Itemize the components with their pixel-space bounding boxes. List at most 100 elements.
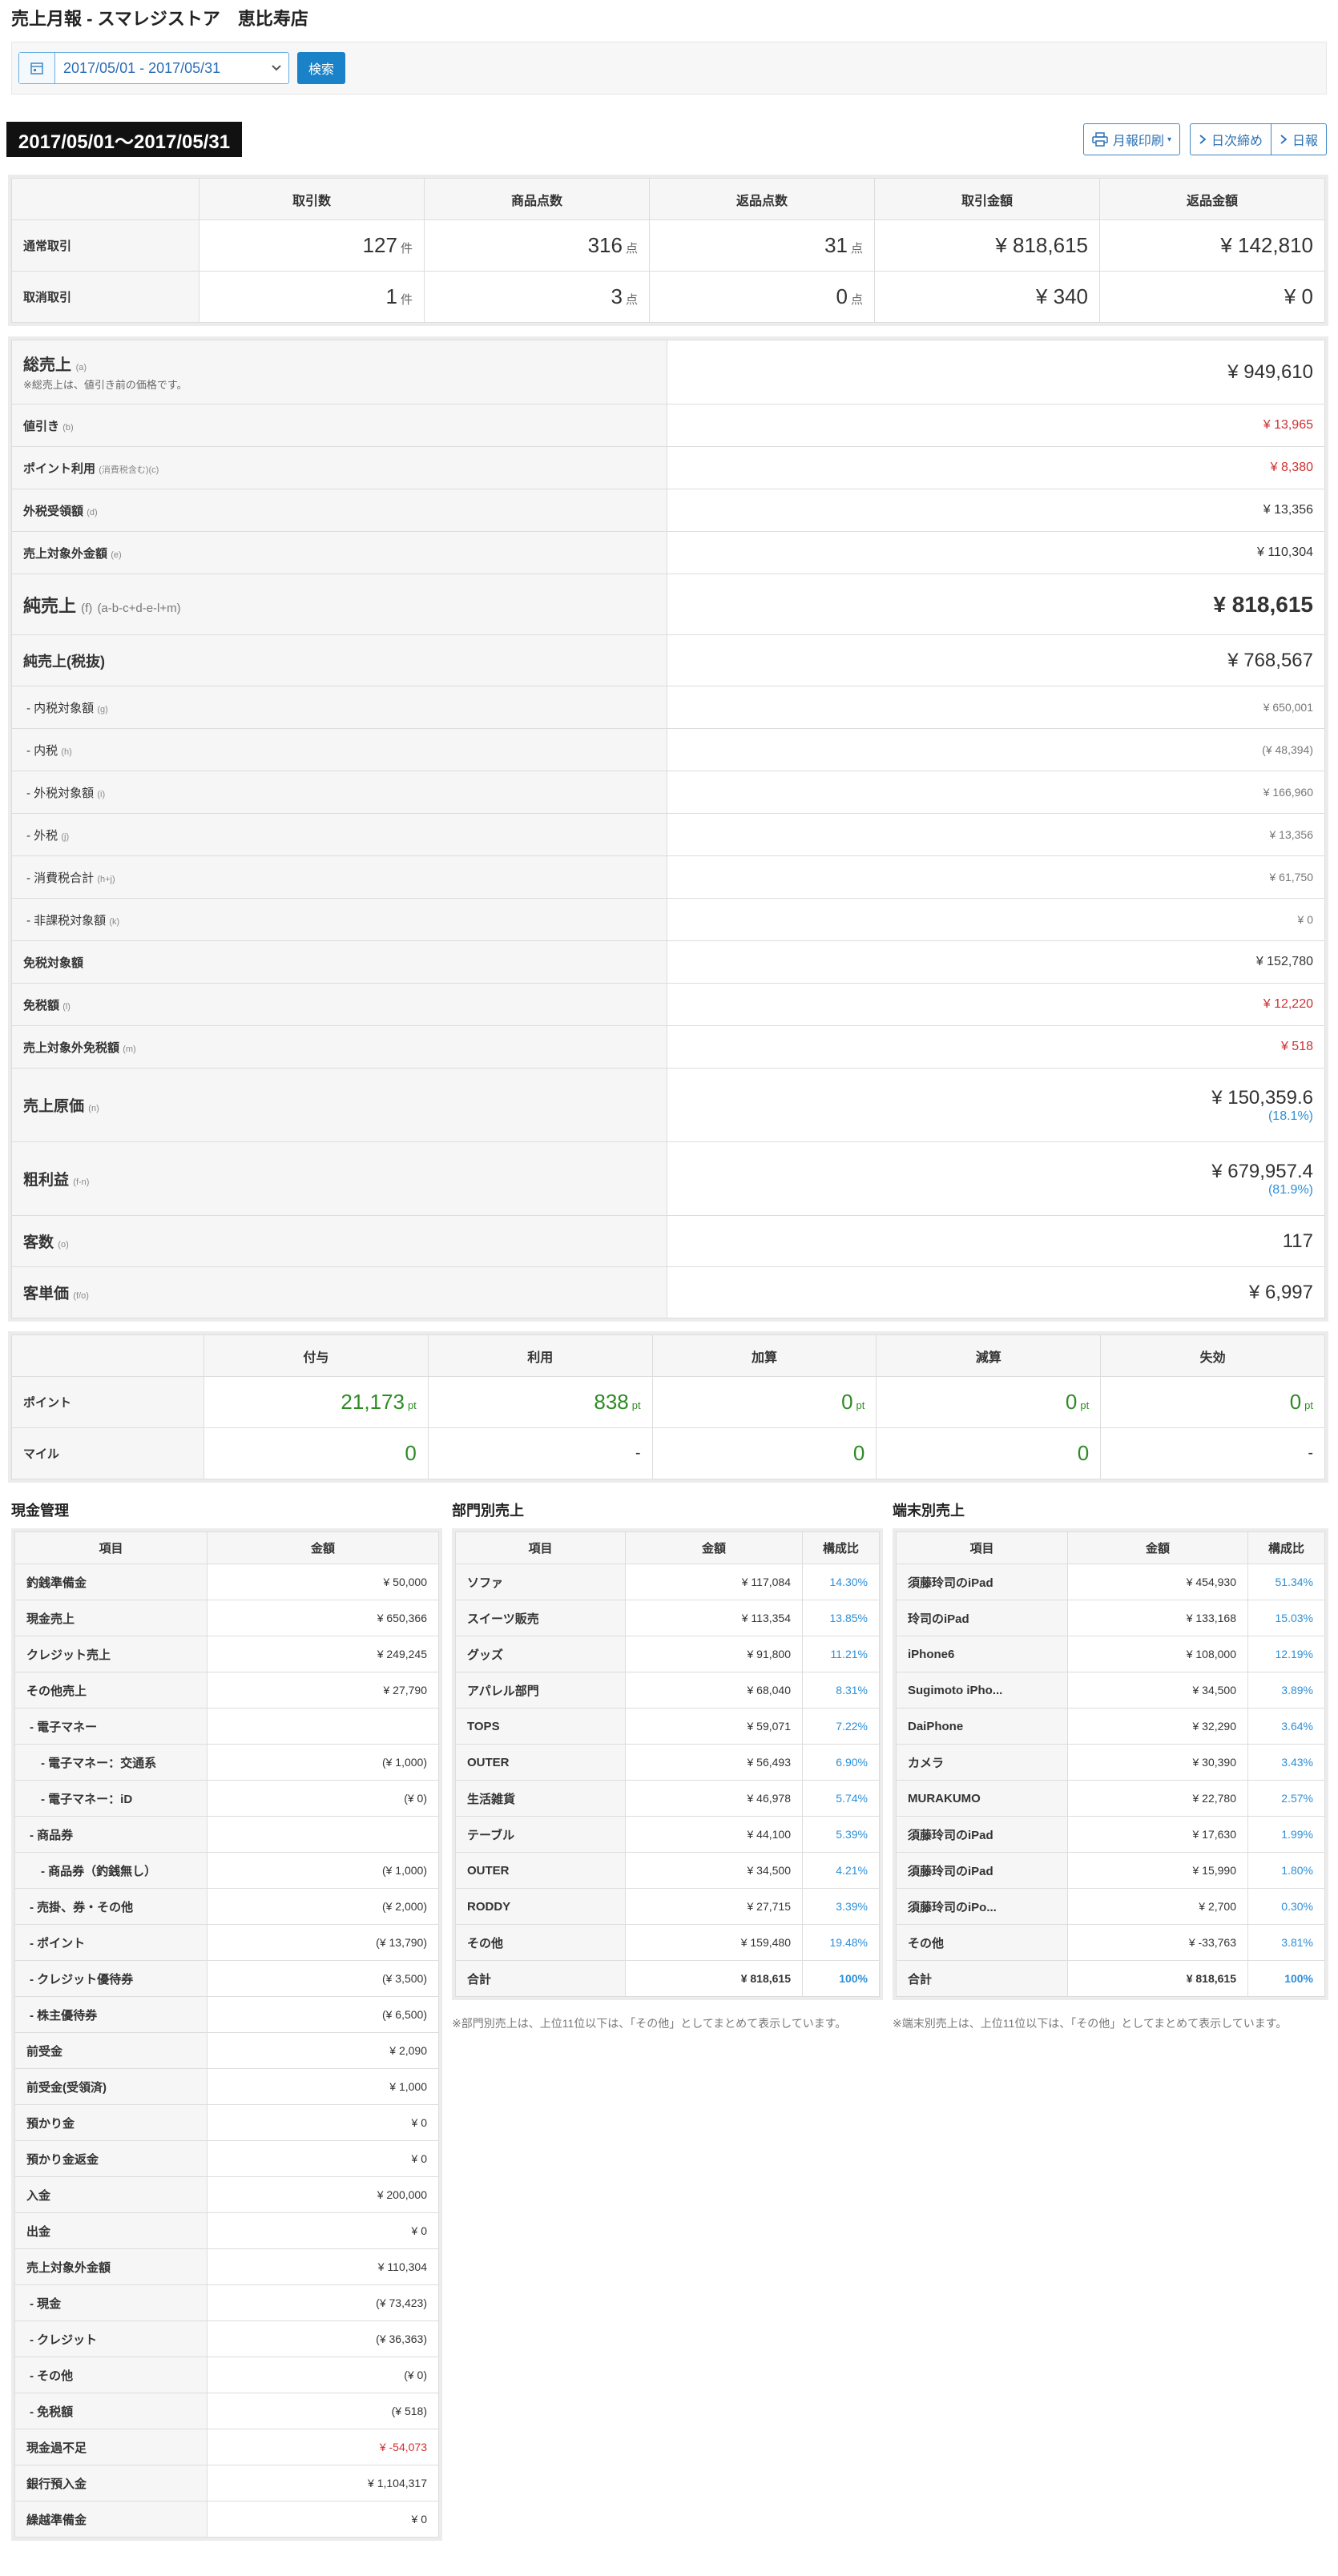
dept-item-ratio: 14.30% xyxy=(802,1564,880,1600)
mile-value: 0 xyxy=(876,1427,1102,1479)
amount-value: ¥ 340 xyxy=(1035,284,1088,308)
incl-tax-label-text: - 内税 xyxy=(26,743,58,758)
terminal-item-label: iPhone6 xyxy=(896,1636,1068,1672)
cash-item-value: (¥ 1,000) xyxy=(207,1852,439,1889)
cash-item-value: ¥ 50,000 xyxy=(207,1564,439,1600)
table-row: - クレジット (¥ 36,363) xyxy=(14,2320,439,2357)
cash-item-value: ¥ 0 xyxy=(207,2212,439,2249)
dept-total-label: 合計 xyxy=(455,1960,626,1997)
cash-item-value: ¥ 0 xyxy=(207,2140,439,2177)
table-row: 純売上(税抜) ¥ 768,567 xyxy=(11,634,1325,686)
dept-item-value: ¥ 44,100 xyxy=(625,1816,803,1853)
avg-label: 客単価 (f/o) xyxy=(11,1266,667,1318)
outer-tax-label-text: 外税受領額 xyxy=(23,504,84,518)
table-row: ソファ ¥ 117,084 14.30% xyxy=(455,1564,880,1600)
dept-item-value: ¥ 46,978 xyxy=(625,1780,803,1817)
header-used: 利用 xyxy=(427,1334,653,1377)
net-code: (f) xyxy=(81,601,93,615)
total-row: 合計 ¥ 818,615 100% xyxy=(896,1960,1325,1997)
cash-item-value: ¥ 27,790 xyxy=(207,1672,439,1709)
table-row: 免税額 (l) ¥ 12,220 xyxy=(11,983,1325,1026)
points-value: ¥ 8,380 xyxy=(667,446,1325,489)
terminal-panel: 項目 金額 構成比 須藤玲司のiPad ¥ 454,930 51.34% 玲司のiPa… xyxy=(893,1528,1328,2000)
non-sales-tax-free-label-text: 売上対象外免税額 xyxy=(23,1040,120,1055)
return-amount-value: ¥ 142,810 xyxy=(1220,233,1313,257)
table-row: 前受金(受領済) ¥ 1,000 xyxy=(14,2068,439,2105)
table-row: 銀行預入金 ¥ 1,104,317 xyxy=(14,2465,439,2502)
date-range-picker[interactable]: 2017/05/01 - 2017/05/31 xyxy=(18,52,289,84)
daily-close-button[interactable]: 日次締め xyxy=(1189,123,1272,155)
table-row: - クレジット優待券 (¥ 3,500) xyxy=(14,1960,439,1997)
transactions-panel: 取引数 商品点数 返品点数 取引金額 返品金額 通常取引 127 件 316 点 3… xyxy=(8,175,1328,326)
avg-code: (f/o) xyxy=(73,1291,89,1301)
point-cell: 0 pt xyxy=(876,1376,1102,1428)
cash-item-value: (¥ 73,423) xyxy=(207,2284,439,2321)
terminal-item-value: ¥ 17,630 xyxy=(1067,1816,1248,1853)
table-row: 値引き (b) ¥ 13,965 xyxy=(11,404,1325,447)
table-row: 預かり金 ¥ 0 xyxy=(14,2104,439,2141)
table-row: - 内税 (h) (¥ 48,394) xyxy=(11,728,1325,771)
customers-value: 117 xyxy=(667,1215,1325,1267)
chevron-down-icon xyxy=(264,64,288,72)
terminal-item-value: ¥ 108,000 xyxy=(1067,1636,1248,1672)
cash-item-value: ¥ 110,304 xyxy=(207,2248,439,2285)
terminal-item-ratio: 3.43% xyxy=(1247,1744,1325,1781)
table-row: 玲司のiPad ¥ 133,168 15.03% xyxy=(896,1600,1325,1636)
cash-item-value: (¥ 518) xyxy=(207,2393,439,2429)
cash-item-value: (¥ 0) xyxy=(207,2357,439,2393)
cash-item-value: (¥ 13,790) xyxy=(207,1924,439,1961)
terminal-item-ratio: 3.81% xyxy=(1247,1924,1325,1961)
dept-item-label: スイーツ販売 xyxy=(455,1600,626,1636)
dept-item-label: 生活雑貨 xyxy=(455,1780,626,1817)
cash-item-label: その他売上 xyxy=(14,1672,208,1709)
dept-item-ratio: 6.90% xyxy=(802,1744,880,1781)
return-amount-cell: ¥ 142,810 xyxy=(1099,219,1325,272)
terminal-item-ratio: 15.03% xyxy=(1247,1600,1325,1636)
dept-item-label: OUTER xyxy=(455,1852,626,1889)
items-value: 316 xyxy=(587,233,623,257)
gross-value: ¥ 949,610 xyxy=(667,340,1325,405)
daily-report-label: 日報 xyxy=(1292,135,1318,148)
cash-item-value: ¥ 249,245 xyxy=(207,1636,439,1672)
header-subtracted: 減算 xyxy=(876,1334,1102,1377)
point-value: 0 xyxy=(841,1390,853,1414)
print-report-label: 月報印刷 xyxy=(1112,135,1164,148)
table-row: - 電子マネー：iD (¥ 0) xyxy=(14,1780,439,1817)
discount-value: ¥ 13,965 xyxy=(667,404,1325,447)
dept-item-value: ¥ 68,040 xyxy=(625,1672,803,1709)
cash-item-label: 現金売上 xyxy=(14,1600,208,1636)
non-sales-label-text: 売上対象外金額 xyxy=(23,546,108,561)
table-row: その他売上 ¥ 27,790 xyxy=(14,1672,439,1709)
table-row: 純売上 (f) (a-b-c+d-e-l+m) ¥ 818,615 xyxy=(11,574,1325,635)
table-row: 客単価 (f/o) ¥ 6,997 xyxy=(11,1266,1325,1318)
incl-tax-label: - 内税 (h) xyxy=(11,728,667,771)
amount-value: ¥ 818,615 xyxy=(995,233,1088,257)
terminal-item-value: ¥ 22,780 xyxy=(1067,1780,1248,1817)
incl-tax-value: (¥ 48,394) xyxy=(667,728,1325,771)
cash-table: 項目 金額 釣銭準備金 ¥ 50,000 現金売上 ¥ 650,366 クレジット売上 ¥… xyxy=(14,1532,439,2538)
excl-tax-label: - 外税 (j) xyxy=(11,813,667,856)
table-row: - 免税額 (¥ 518) xyxy=(14,2393,439,2429)
print-report-button[interactable]: 月報印刷 ▾ xyxy=(1082,123,1180,155)
daily-report-button[interactable]: 日報 xyxy=(1271,123,1327,155)
table-row: 総売上 (a) ※総売上は、値引き前の価格です。 ¥ 949,610 xyxy=(11,340,1325,405)
header-item: 項目 xyxy=(14,1532,208,1564)
avg-label-text: 客単価 xyxy=(23,1286,70,1302)
table-row: OUTER ¥ 34,500 4.21% xyxy=(455,1852,880,1889)
table-row: - ポイント (¥ 13,790) xyxy=(14,1924,439,1961)
tax-free-target-label: 免税対象額 xyxy=(11,940,667,984)
cash-item-label: クレジット売上 xyxy=(14,1636,208,1672)
table-row: - 外税対象額 (i) ¥ 166,960 xyxy=(11,771,1325,814)
dept-title: 部門別売上 xyxy=(452,1503,524,1519)
dept-item-ratio: 13.85% xyxy=(802,1600,880,1636)
non-taxable-label-text: - 非課税対象額 xyxy=(26,913,107,928)
cash-item-value: (¥ 0) xyxy=(207,1780,439,1817)
table-row: 粗利益 (f-n) ¥ 679,957.4 (81.9%) xyxy=(11,1141,1325,1216)
non-sales-code: (e) xyxy=(111,549,122,560)
table-row: ポイント 21,173 pt 838 pt 0 pt 0 pt 0 pt xyxy=(11,1376,1325,1428)
header-count: 取引数 xyxy=(199,178,425,220)
cash-item-value: ¥ 1,000 xyxy=(207,2068,439,2105)
discount-label-text: 値引き xyxy=(23,419,60,433)
terminal-item-ratio: 1.80% xyxy=(1247,1852,1325,1889)
search-button[interactable]: 検索 xyxy=(297,52,345,84)
